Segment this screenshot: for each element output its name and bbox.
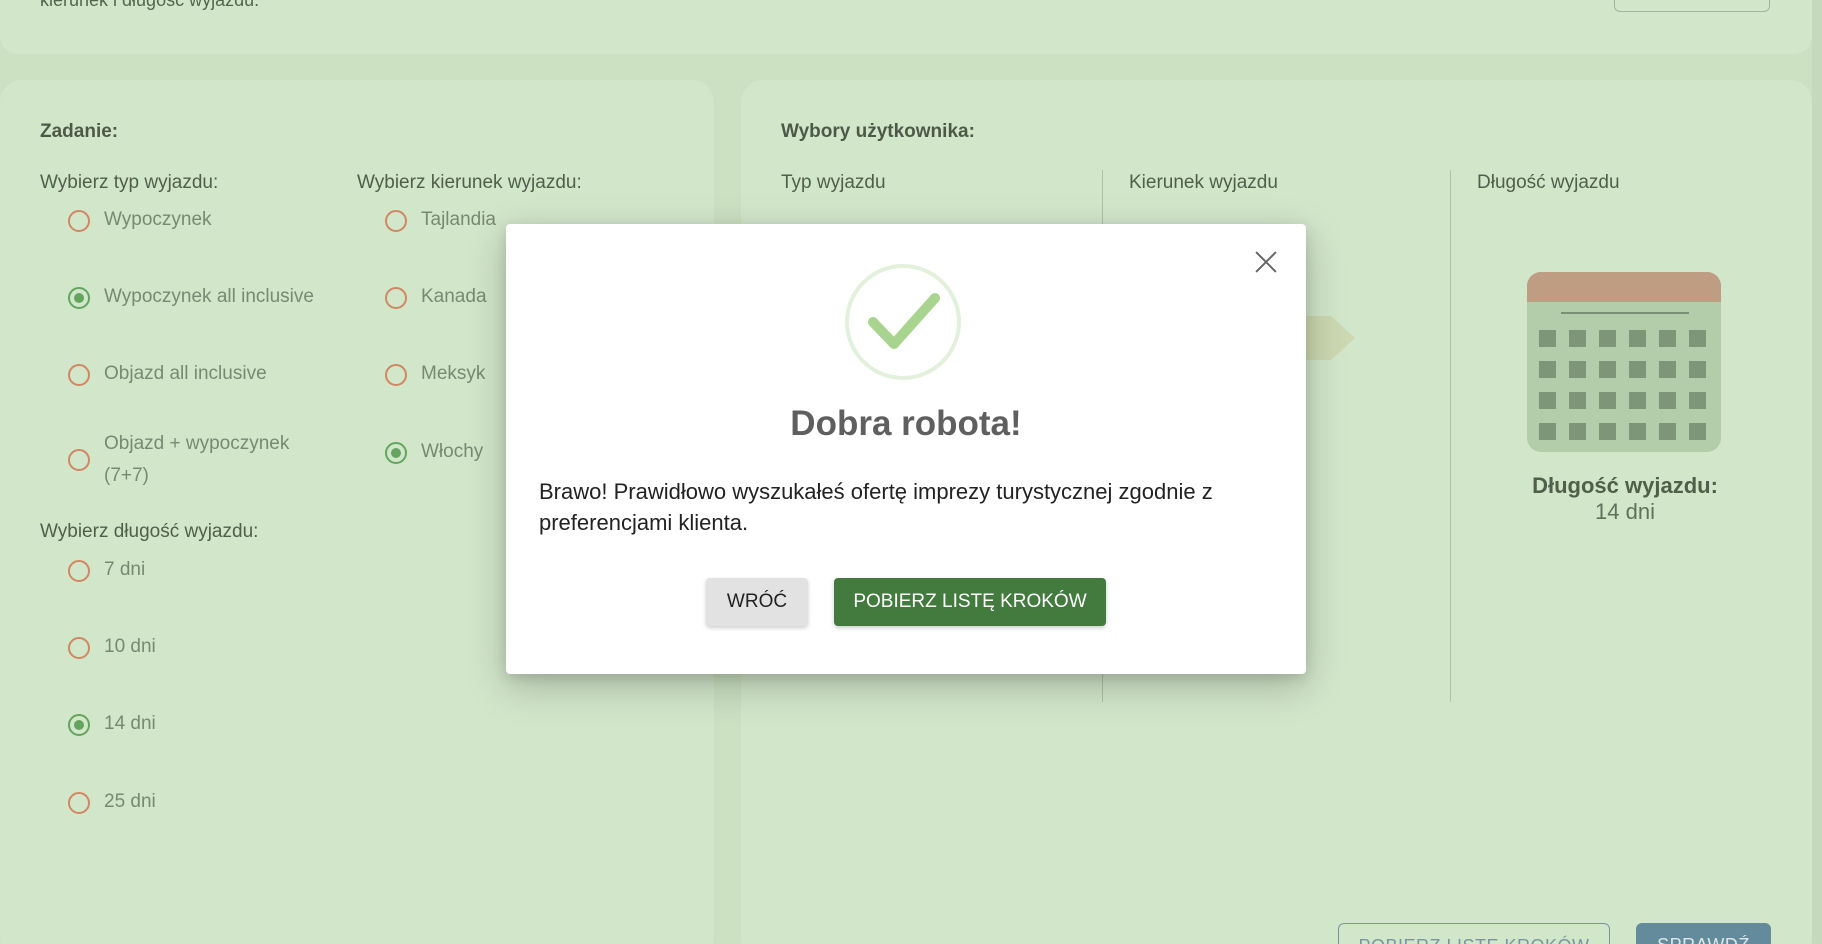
success-dialog: Dobra robota! Brawo! Prawidłowo wyszukał… <box>506 224 1306 674</box>
download-steps-dialog-button[interactable]: POBIERZ LISTĘ KROKÓW <box>834 578 1106 626</box>
back-button[interactable]: WRÓĆ <box>706 578 808 626</box>
close-icon[interactable] <box>1254 250 1278 274</box>
check-circle-icon <box>845 264 961 380</box>
dialog-title: Dobra robota! <box>790 404 1022 443</box>
dialog-message: Brawo! Prawidłowo wyszukałeś ofertę impr… <box>539 479 1213 535</box>
